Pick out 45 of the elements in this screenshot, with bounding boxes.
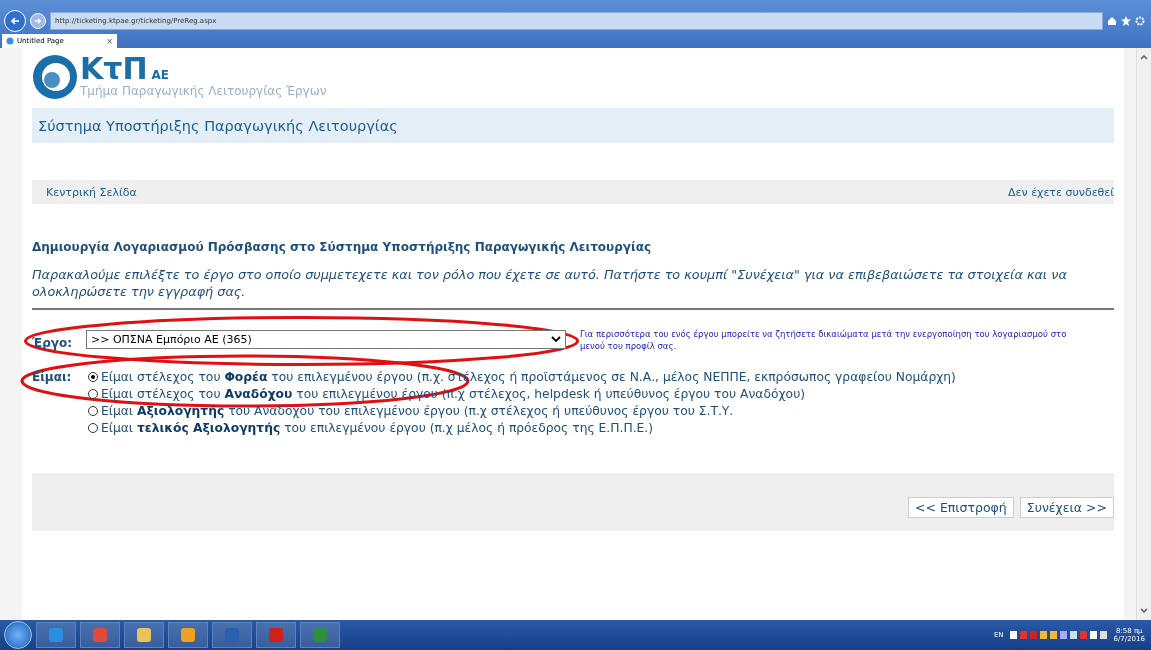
start-button[interactable]	[4, 621, 32, 649]
app-icon	[92, 627, 108, 643]
scrollbar[interactable]	[1136, 48, 1151, 620]
taskbar-app[interactable]	[168, 622, 208, 648]
project-note: Για περισσότερα του ενός έργου μπορείτε να ζητήσετε δικαιώματα μετά την ενεργοποίηση του λογαριασμού στο μενού του προφίλ σας.	[580, 328, 1068, 352]
star-icon[interactable]	[1121, 16, 1131, 26]
system-title: Σύστημα Υποστήριξης Παραγωγικής Λειτουργίας	[38, 118, 398, 134]
app-icon	[312, 627, 328, 643]
instructions: Παρακαλούμε επιλέξτε το έργο στο οποίο συμμετεχετε και τον ρόλο που έχετε σε αυτό. Πατήστε το κουμπί "Συνέχεια" για να επιβεβαιώσετε τα στοιχεία και να ολοκληρώσετε την εγγραφή σας.	[32, 266, 1114, 310]
scroll-up-icon[interactable]	[1140, 54, 1148, 60]
app-icon	[268, 627, 284, 643]
role-option: Είμαι τελικός Αξιολογητής του επιλεγμένου έργου (π.χ μέλος ή πρόεδρος της Ε.Π.Π.Ε.)	[101, 421, 654, 435]
tray-icons[interactable]	[1008, 630, 1109, 640]
back-button[interactable]	[4, 10, 26, 32]
form-heading: Δημιουργία Λογαριασμού Πρόσβασης στο Σύστημα Υποστήριξης Παραγωγικής Λειτουργίας	[32, 240, 652, 254]
role-label: Είμαι:	[32, 370, 73, 386]
role-option: Είμαι Αξιολογητής του Αναδόχου του επιλεγμένου έργου (π.χ στέλεχος ή υπεύθυνος έργου του Σ.Τ.Υ.	[101, 404, 734, 418]
logo-tagline: Τμήμα Παραγωγικής Λειτουργίας Έργων	[80, 84, 327, 98]
chevron-down-icon	[551, 336, 561, 343]
taskbar-app[interactable]	[124, 622, 164, 648]
home-link[interactable]: Κεντρική Σελίδα	[46, 185, 137, 199]
close-button[interactable]: ×	[106, 36, 113, 46]
back-button[interactable]: << Επιστροφή	[907, 496, 1014, 518]
forward-button[interactable]	[30, 13, 46, 29]
logo-icon	[32, 54, 78, 100]
page-icon	[6, 37, 14, 45]
radio-button[interactable]	[88, 406, 98, 416]
settings-icon[interactable]	[1135, 16, 1145, 26]
project-label: Έργο:	[32, 335, 73, 350]
app-icon	[224, 627, 240, 643]
scroll-down-icon[interactable]	[1140, 608, 1148, 614]
project-select[interactable]: >> ΟΠΣΝΑ Εμπόριο ΑΕ (365)	[86, 330, 566, 349]
app-icon	[180, 627, 196, 643]
logo-name: ΚτΠ	[80, 54, 148, 84]
home-icon[interactable]	[1107, 16, 1117, 26]
app-icon	[136, 627, 152, 643]
app-icon	[48, 627, 64, 643]
continue-button[interactable]: Συνέχεια >>	[1019, 496, 1114, 518]
arrow-right-icon	[34, 17, 42, 25]
logo-suffix: ΑΕ	[151, 68, 169, 82]
arrow-left-icon	[10, 16, 20, 26]
login-status: Δεν έχετε συνδεθεί	[1008, 185, 1114, 199]
radio-button[interactable]	[88, 372, 98, 382]
radio-button[interactable]	[88, 389, 98, 399]
radio-button[interactable]	[88, 423, 98, 433]
